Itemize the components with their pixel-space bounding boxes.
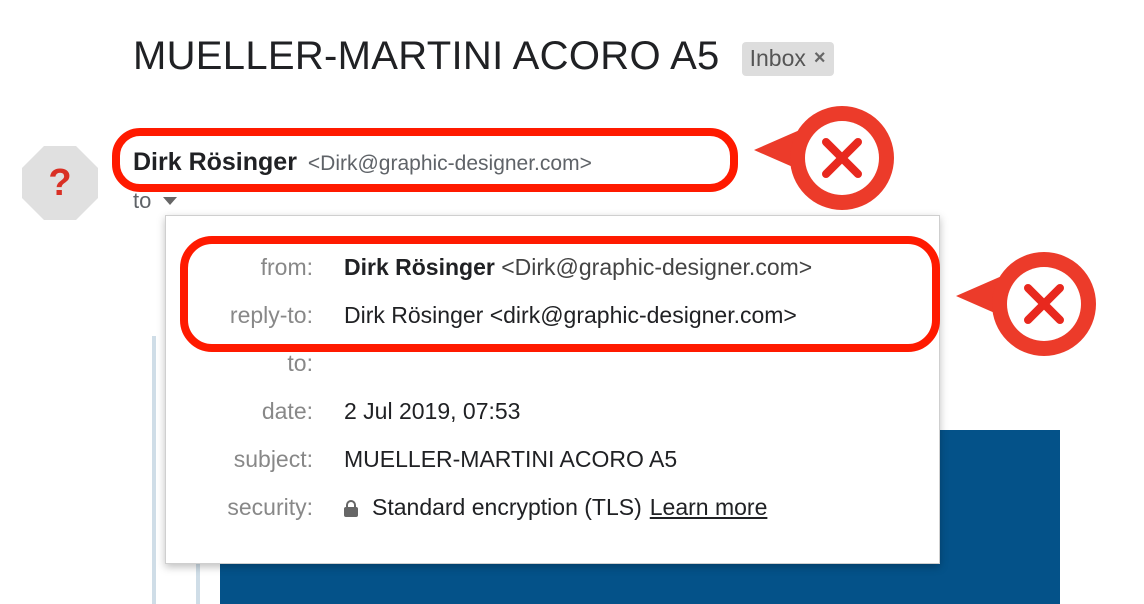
to-detail-label: to:	[287, 350, 313, 376]
sender-highlight-box	[112, 128, 738, 192]
subject-value: MUELLER-MARTINI ACORO A5	[344, 446, 678, 472]
date-label: date:	[261, 398, 313, 424]
date-value: 2 Jul 2019, 07:53	[344, 398, 521, 424]
detail-row-subject: subject: MUELLER-MARTINI ACORO A5	[166, 446, 941, 473]
detail-row-date: date: 2 Jul 2019, 07:53	[166, 398, 941, 425]
quote-rule-inner	[196, 560, 200, 604]
detail-row-security: security: Standard encryption (TLS) Learn…	[166, 494, 941, 521]
sender-avatar[interactable]: ?	[22, 146, 98, 220]
inbox-label-chip[interactable]: Inbox ×	[741, 41, 834, 76]
question-icon: ?	[48, 161, 72, 204]
detail-row-to: to:	[166, 350, 941, 377]
subject-header: MUELLER-MARTINI ACORO A5 Inbox ×	[133, 34, 834, 79]
quote-rule	[152, 336, 156, 604]
security-value: Standard encryption (TLS) Learn more	[332, 494, 767, 521]
remove-label-icon[interactable]: ×	[814, 47, 826, 70]
security-label: security:	[227, 494, 313, 520]
subject-label: subject:	[233, 446, 313, 472]
chevron-down-icon[interactable]	[163, 197, 178, 205]
lock-icon	[344, 500, 358, 517]
warning-x-icon	[748, 100, 902, 216]
warning-x-icon	[950, 246, 1104, 362]
learn-more-link[interactable]: Learn more	[650, 494, 768, 520]
encryption-text: Standard encryption (TLS)	[372, 494, 642, 520]
email-subject-title: MUELLER-MARTINI ACORO A5	[133, 34, 720, 78]
details-highlight-box	[180, 236, 940, 352]
inbox-label-text: Inbox	[749, 45, 806, 71]
